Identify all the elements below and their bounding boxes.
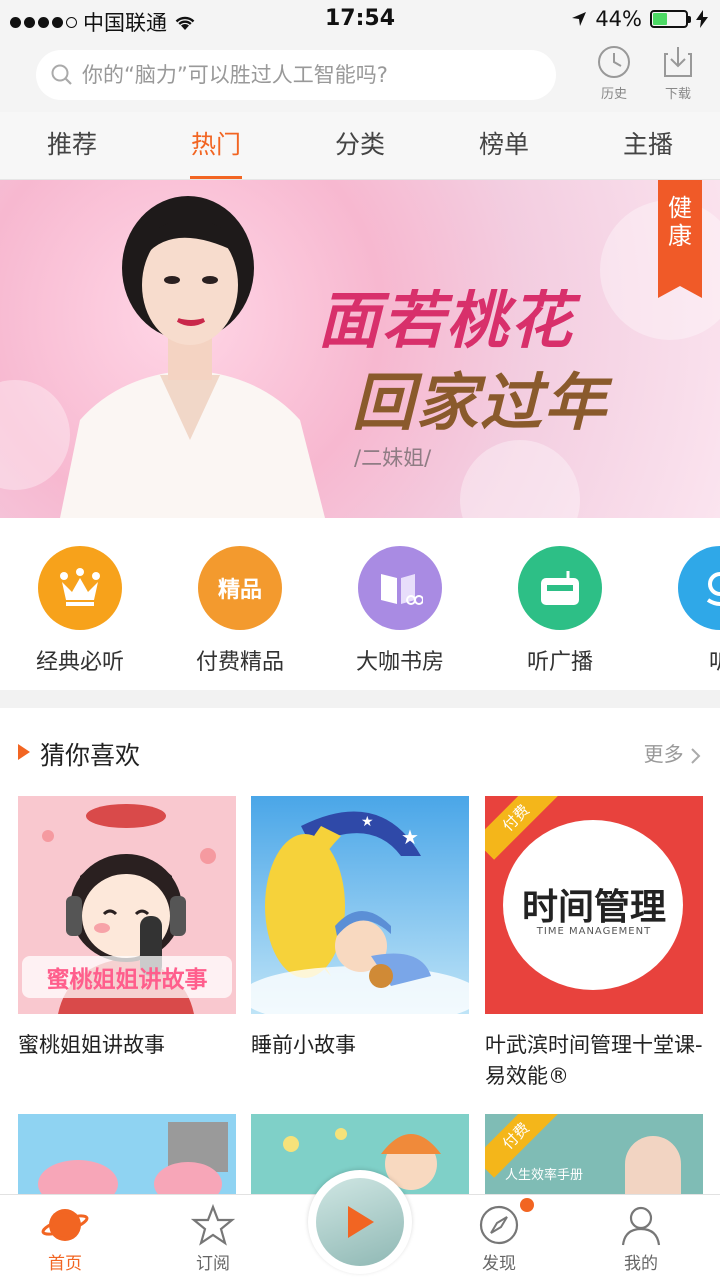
sleeping-moon-image: ★★	[251, 796, 469, 1014]
download-label: 下载	[664, 87, 691, 102]
compass-icon	[479, 1205, 519, 1245]
notification-dot	[520, 1198, 534, 1212]
cartoon-pigs-image	[18, 1114, 236, 1194]
search-bar[interactable]	[36, 50, 556, 100]
promo-banner[interactable]: 面若桃花 回家过年 /二妹姐/ 健康	[0, 180, 720, 518]
album-card[interactable]: 时间管理 TIME MANAGEMENT 付费 叶武滨时间管理十堂课-易效能®	[485, 796, 703, 1092]
category-label: 听	[708, 650, 720, 675]
radio-icon	[518, 546, 602, 630]
top-tabs: 推荐 热门 分类 榜单 主播	[0, 112, 720, 180]
clock-icon	[598, 46, 630, 78]
album-cover: 蜜桃姐姐讲故事	[18, 796, 236, 1014]
album-card[interactable]: 人生效率手册 付费	[485, 1114, 703, 1194]
category-premium[interactable]: 精品 付费精品	[170, 546, 310, 676]
battery-percent: 44%	[595, 7, 642, 31]
album-cover: 时间管理 TIME MANAGEMENT 付费	[485, 796, 703, 1014]
album-cover	[18, 1114, 236, 1194]
svg-text:★: ★	[361, 814, 374, 830]
search-icon	[51, 64, 72, 85]
category-label: 经典必听	[35, 650, 124, 675]
recommend-section-header: 猜你喜欢 更多	[0, 718, 720, 786]
location-arrow-icon	[572, 12, 587, 26]
category-row: 经典必听 精品 付费精品 大咖书房 听广播 听	[0, 518, 720, 690]
nav-label: 订阅	[196, 1254, 230, 1274]
category-audio[interactable]: 听	[650, 546, 720, 676]
audio-icon	[678, 546, 720, 630]
search-input[interactable]	[82, 63, 522, 87]
album-cover: 人生效率手册 付费	[485, 1114, 703, 1194]
cover-title-text: 蜜桃姐姐讲故事	[22, 956, 232, 998]
history-button[interactable]: 历史	[586, 44, 642, 106]
category-study[interactable]: 大咖书房	[330, 546, 470, 676]
download-icon	[664, 47, 692, 77]
status-bar: 中国联通 17:54 44%	[0, 0, 720, 38]
charging-bolt-icon	[696, 10, 708, 28]
tab-category[interactable]: 分类	[288, 112, 432, 179]
album-title: 睡前小故事	[251, 1033, 356, 1057]
tab-recommend[interactable]: 推荐	[0, 112, 144, 179]
tab-anchor[interactable]: 主播	[576, 112, 720, 179]
album-card[interactable]	[18, 1114, 236, 1194]
more-link[interactable]: 更多	[644, 738, 702, 767]
chevron-right-icon	[691, 747, 701, 764]
category-classic[interactable]: 经典必听	[10, 546, 150, 676]
premium-icon: 精品	[198, 546, 282, 630]
banner-headline-2: 回家过年	[352, 366, 609, 439]
star-icon	[191, 1203, 235, 1246]
album-card[interactable]: ★ ★ 睡前小故事	[251, 796, 469, 1061]
nav-label: 发现	[482, 1254, 516, 1274]
cover-title-text: 人生效率手册	[505, 1168, 584, 1183]
banner-headline-1: 面若桃花	[318, 284, 575, 357]
album-card[interactable]: 蜜桃姐姐讲故事 蜜桃姐姐讲故事	[18, 796, 236, 1061]
album-title: 叶武滨时间管理十堂课-易效能®	[485, 1033, 703, 1088]
album-cover: ★ ★	[251, 796, 469, 1014]
history-label: 历史	[600, 87, 627, 102]
section-title: 猜你喜欢	[40, 741, 141, 770]
download-button[interactable]: 下载	[650, 44, 706, 106]
section-marker-icon	[18, 744, 30, 760]
svg-text:★: ★	[401, 825, 419, 849]
host-portrait-image	[60, 196, 325, 518]
play-icon	[348, 1206, 374, 1238]
home-planet-icon	[41, 1209, 89, 1241]
category-radio[interactable]: 听广播	[490, 546, 630, 676]
search-header: 历史 下载	[0, 38, 720, 112]
banner-author: /二妹姐/	[354, 446, 432, 470]
tab-ranking[interactable]: 榜单	[432, 112, 576, 179]
banner-category-ribbon: 健康	[658, 180, 702, 298]
user-icon	[621, 1206, 661, 1246]
cover-title-text: 时间管理	[521, 887, 666, 928]
album-title: 蜜桃姐姐讲故事	[18, 1033, 165, 1057]
tab-hot[interactable]: 热门	[144, 112, 288, 179]
nav-label: 首页	[48, 1254, 82, 1274]
cover-subtitle-text: TIME MANAGEMENT	[536, 926, 652, 937]
crown-icon	[38, 546, 122, 630]
section-divider	[0, 690, 720, 708]
category-label: 听广播	[526, 650, 593, 675]
now-playing-button[interactable]	[308, 1170, 412, 1274]
nav-label: 我的	[624, 1254, 658, 1274]
nav-home[interactable]: 首页	[20, 1203, 110, 1274]
cover-person-shape	[625, 1136, 681, 1194]
more-label: 更多	[643, 742, 684, 766]
nav-subscribe[interactable]: 订阅	[168, 1203, 258, 1274]
nav-discover[interactable]: 发现	[454, 1203, 544, 1274]
nav-mine[interactable]: 我的	[596, 1203, 686, 1274]
category-label: 付费精品	[195, 650, 284, 675]
category-label: 大咖书房	[355, 650, 444, 675]
book-icon	[358, 546, 442, 630]
premium-icon-text: 精品	[217, 578, 262, 603]
battery-icon	[650, 10, 691, 28]
